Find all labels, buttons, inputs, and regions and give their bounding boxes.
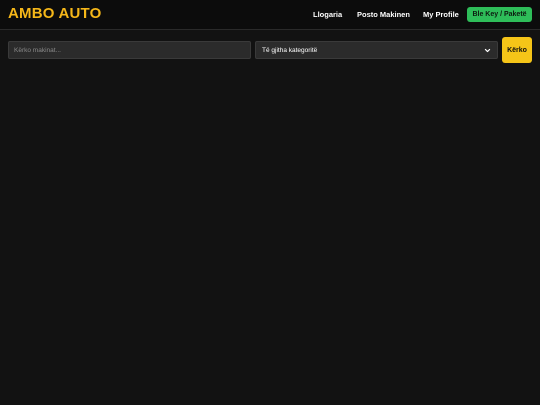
chevron-down-icon [483, 46, 491, 54]
top-navbar: AMBO AUTO Llogaria Posto Makinen My Prof… [0, 0, 540, 30]
buy-key-button[interactable]: Ble Key / Paketë [467, 7, 532, 22]
nav-link-post-car[interactable]: Posto Makinen [357, 10, 410, 19]
search-bar: Të gjitha kategoritë Kërko [0, 36, 540, 66]
brand-logo-text[interactable]: AMBO AUTO [8, 5, 101, 22]
nav-link-my-profile[interactable]: My Profile [423, 10, 459, 19]
results-area [0, 70, 540, 405]
search-input[interactable] [8, 41, 251, 59]
category-select[interactable]: Të gjitha kategoritë [255, 41, 498, 59]
nav-link-account[interactable]: Llogaria [313, 10, 342, 19]
search-button[interactable]: Kërko [502, 37, 532, 63]
category-select-value: Të gjitha kategoritë [262, 46, 318, 54]
